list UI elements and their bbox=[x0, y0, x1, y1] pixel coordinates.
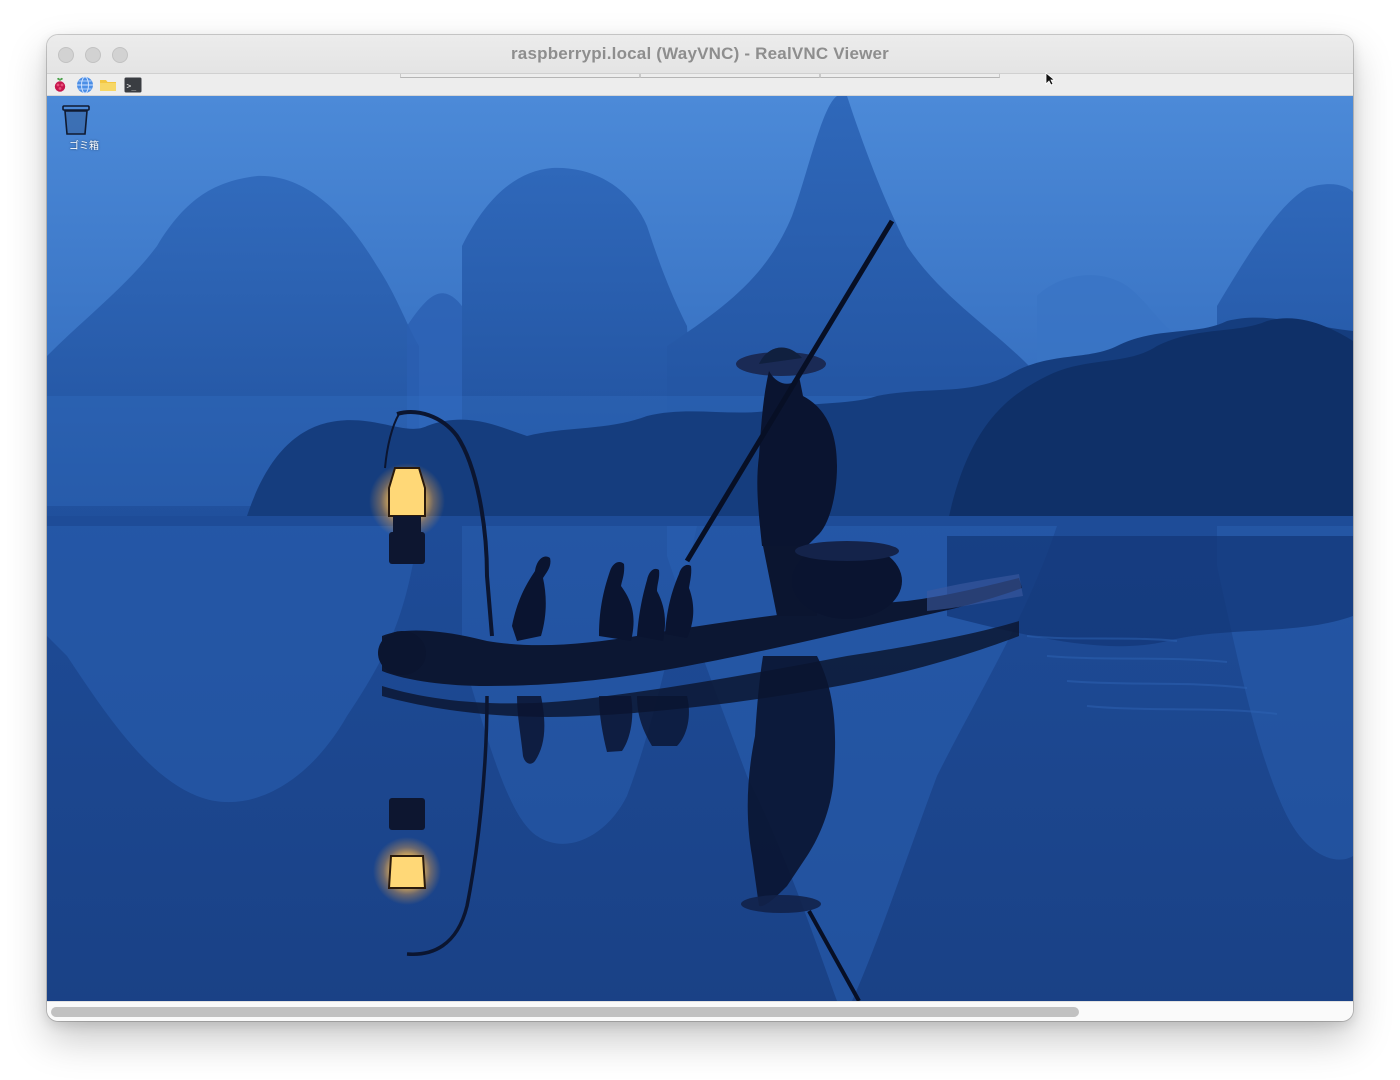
trash-label: ゴミ箱 bbox=[69, 141, 99, 152]
window-title: raspberrypi.local (WayVNC) - RealVNC Vie… bbox=[510, 44, 889, 63]
taskbar-slot[interactable] bbox=[820, 74, 1000, 78]
terminal-glyph: >_ bbox=[127, 82, 137, 91]
mouse-cursor-icon bbox=[1045, 72, 1055, 86]
wallpaper-fisherman-lake bbox=[47, 96, 1353, 1001]
remote-desktop[interactable]: ゴミ箱 bbox=[47, 96, 1353, 1001]
file-manager-folder-icon[interactable] bbox=[99, 76, 117, 94]
raspberry-pi-panel: >_ bbox=[47, 74, 1353, 96]
taskbar-slot[interactable] bbox=[640, 74, 820, 78]
raspberry-menu-icon[interactable] bbox=[51, 76, 69, 94]
terminal-icon[interactable]: >_ bbox=[124, 76, 142, 94]
vnc-viewer-window: raspberrypi.local (WayVNC) - RealVNC Vie… bbox=[47, 35, 1353, 1021]
desktop-icon-trash[interactable]: ゴミ箱 bbox=[61, 104, 107, 152]
browser-globe-icon[interactable] bbox=[76, 76, 94, 94]
window-titlebar[interactable]: raspberrypi.local (WayVNC) - RealVNC Vie… bbox=[47, 35, 1353, 74]
taskbar-slot[interactable] bbox=[400, 74, 640, 78]
trash-icon bbox=[62, 105, 90, 135]
scrollbar-thumb[interactable] bbox=[51, 1007, 1079, 1017]
horizontal-scrollbar[interactable] bbox=[47, 1001, 1353, 1021]
